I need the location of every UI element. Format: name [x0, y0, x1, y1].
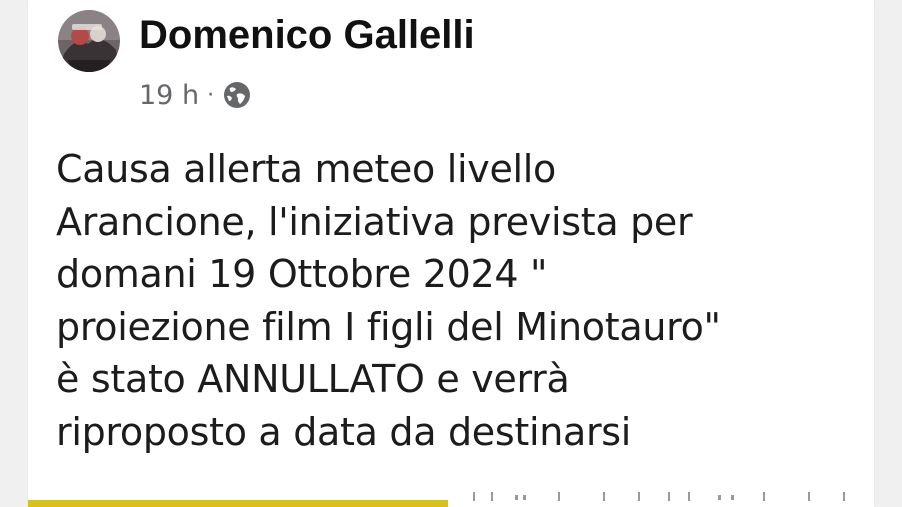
accent-bar — [28, 500, 448, 507]
post-body: Causa allerta meteo livello Arancione, l… — [56, 143, 866, 458]
post-text-line: proiezione film I figli del Minotauro" — [56, 304, 721, 349]
post-text-line: è stato ANNULLATO e verrà — [56, 357, 570, 401]
bottom-strip — [28, 490, 874, 507]
globe-icon[interactable] — [222, 80, 252, 110]
author-name[interactable]: Domenico Gallelli — [139, 6, 475, 64]
author-avatar[interactable] — [58, 10, 120, 72]
post-timestamp[interactable]: 19 h — [139, 80, 199, 111]
cropped-content-marks — [463, 492, 863, 504]
post-text-line: Causa allerta meteo livello — [56, 147, 556, 191]
meta-separator: · — [207, 82, 215, 108]
avatar-image — [58, 10, 120, 72]
post-card: Domenico Gallelli 19 h · Causa allerta m… — [28, 0, 874, 507]
post-meta: 19 h · — [139, 77, 252, 113]
post-text-line: domani 19 Ottobre 2024 " — [56, 252, 548, 296]
post-text-line: riproposto a data da destinarsi — [56, 409, 632, 454]
post-text-line: Arancione, l'iniziativa prevista per — [56, 199, 693, 244]
